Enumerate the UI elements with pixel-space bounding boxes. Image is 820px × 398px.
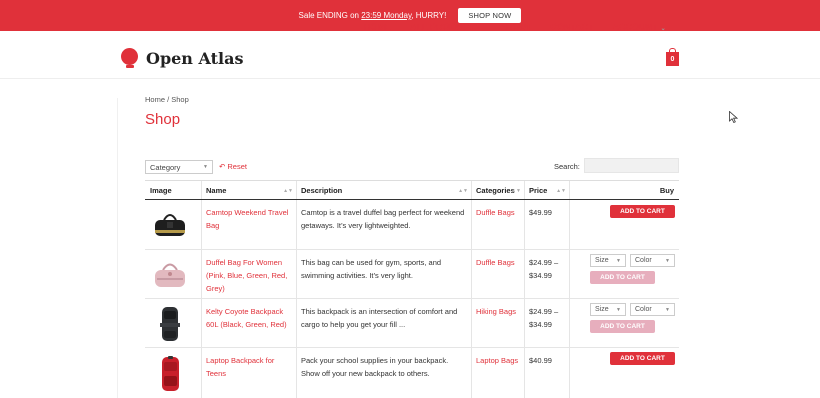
chevron-down-icon: ▼ xyxy=(203,164,208,170)
reset-button[interactable]: ↶ Reset xyxy=(219,162,247,171)
header-image: Image xyxy=(150,186,172,195)
nav-contact[interactable]: CONTACT xyxy=(550,22,593,32)
product-category-link[interactable]: Laptop Bags xyxy=(471,348,524,373)
size-select[interactable]: Size ▼ xyxy=(590,254,626,267)
color-select[interactable]: Color ▼ xyxy=(630,254,675,267)
search-label: Search: xyxy=(554,162,580,171)
table-row: Laptop Backpack for Teens Pack your scho… xyxy=(145,348,679,398)
product-description: Camtop is a travel duffel bag perfect fo… xyxy=(301,208,465,230)
page-title: Shop xyxy=(145,111,181,128)
sort-icon: ▲▼ xyxy=(458,187,468,194)
header-buy: Buy xyxy=(659,186,674,195)
product-price: $24.99 – $34.99 xyxy=(529,307,559,329)
chevron-down-icon: ▼ xyxy=(616,257,621,264)
header-description[interactable]: Description ▲▼ xyxy=(296,181,471,200)
add-to-cart-button[interactable]: ADD TO CART xyxy=(590,320,655,333)
header-price[interactable]: Price ▲▼ xyxy=(524,181,569,200)
chevron-down-icon: ▼ xyxy=(616,306,621,313)
table-row: Kelty Coyote Backpack 60L (Black, Green,… xyxy=(145,299,679,348)
hiking-backpack-icon[interactable] xyxy=(153,305,187,343)
nav-home[interactable]: HOME xyxy=(364,22,391,32)
sort-icon: ▲▼ xyxy=(511,187,521,194)
sort-icon: ▲▼ xyxy=(556,187,566,194)
size-select[interactable]: Size ▼ xyxy=(590,303,626,316)
red-backpack-icon[interactable] xyxy=(153,354,187,392)
chevron-down-icon: ▼ xyxy=(665,306,670,313)
product-price: $40.99 xyxy=(529,356,552,365)
search-input[interactable] xyxy=(584,158,679,173)
content-divider xyxy=(117,98,118,398)
product-table: Image Name ▲▼ Description ▲▼ Categories ▲▼ … xyxy=(145,180,679,398)
chevron-down-icon: ▼ xyxy=(665,257,670,264)
product-category-link[interactable]: Hiking Bags xyxy=(471,299,524,324)
globe-icon xyxy=(120,47,140,69)
product-category-link[interactable]: Duffle Bags xyxy=(471,250,524,275)
chevron-down-icon: ⌄ xyxy=(660,26,666,32)
nav-account[interactable]: ACCOUNT ⌄ xyxy=(613,22,666,32)
category-filter-select[interactable]: Category ▼ xyxy=(145,160,213,174)
main-nav: HOME ALL PRODUCTS ABOUT CONTACT ACCOUNT ⌄ xyxy=(364,22,685,32)
undo-icon: ↶ xyxy=(219,162,226,171)
product-category-link[interactable]: Duffle Bags xyxy=(471,200,524,225)
add-to-cart-button[interactable]: ADD TO CART xyxy=(590,271,655,284)
header-categories[interactable]: Categories ▲▼ xyxy=(471,181,524,200)
duffel-bag-pink-icon[interactable] xyxy=(153,256,187,294)
sort-icon: ▲▼ xyxy=(283,187,293,194)
product-description: Pack your school supplies in your backpa… xyxy=(301,356,449,378)
duffel-bag-black-icon[interactable] xyxy=(153,206,187,244)
brand-name: Open Atlas xyxy=(146,48,244,68)
add-to-cart-button[interactable]: ADD TO CART xyxy=(610,205,675,218)
product-name-link[interactable]: Camtop Weekend Travel Bag xyxy=(201,200,296,238)
nav-all-products[interactable]: ALL PRODUCTS xyxy=(410,22,480,32)
product-price: $49.99 xyxy=(529,208,552,217)
product-price: $24.99 – $34.99 xyxy=(529,258,559,280)
shop-now-button[interactable]: SHOP NOW xyxy=(458,8,522,23)
table-header: Image Name ▲▼ Description ▲▼ Categories ▲▼ … xyxy=(145,180,679,200)
product-description: This bag can be used for gym, sports, an… xyxy=(301,258,442,280)
product-name-link[interactable]: Laptop Backpack for Teens xyxy=(201,348,296,386)
header-name[interactable]: Name ▲▼ xyxy=(201,181,296,200)
add-to-cart-button[interactable]: ADD TO CART xyxy=(610,352,675,365)
promo-message: Sale ENDING on 23:59 Monday, HURRY! xyxy=(298,11,447,20)
breadcrumb: Home / Shop xyxy=(145,95,189,104)
product-name-link[interactable]: Duffel Bag For Women (Pink, Blue, Green,… xyxy=(201,250,296,301)
product-description: This backpack is an intersection of comf… xyxy=(301,307,458,329)
site-header: Open Atlas xyxy=(0,31,820,79)
promo-time: 23:59 Monday xyxy=(361,11,412,20)
cart-count: 0 xyxy=(670,55,675,63)
nav-about[interactable]: ABOUT xyxy=(499,22,531,32)
site-logo[interactable]: Open Atlas xyxy=(120,47,243,69)
color-select[interactable]: Color ▼ xyxy=(630,303,675,316)
table-row: Camtop Weekend Travel Bag Camtop is a tr… xyxy=(145,200,679,250)
mouse-cursor-icon xyxy=(729,111,738,123)
cart-icon[interactable]: 0 xyxy=(666,48,679,66)
table-row: Duffel Bag For Women (Pink, Blue, Green,… xyxy=(145,250,679,299)
product-name-link[interactable]: Kelty Coyote Backpack 60L (Black, Green,… xyxy=(201,299,296,337)
